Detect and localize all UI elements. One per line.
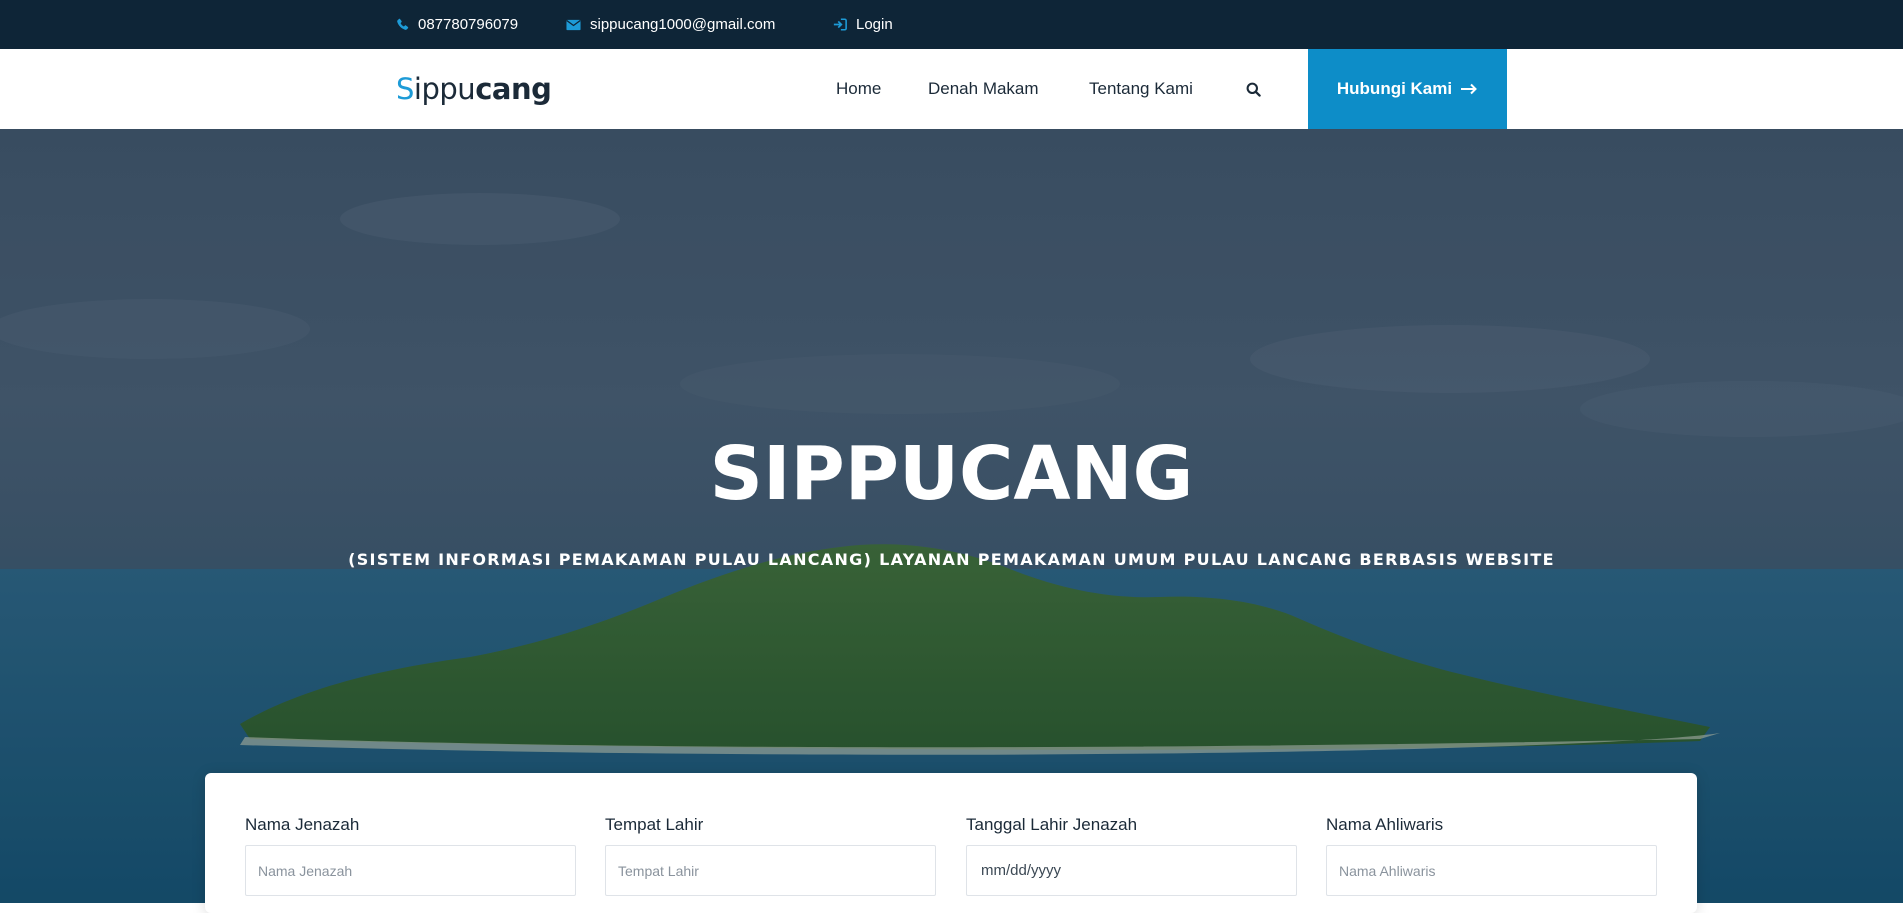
- nav-tentang-kami[interactable]: Tentang Kami: [1089, 49, 1193, 129]
- search-icon: [1246, 82, 1261, 97]
- login-link[interactable]: Login: [833, 0, 893, 49]
- nav-denah-makam[interactable]: Denah Makam: [928, 49, 1039, 129]
- nav-home[interactable]: Home: [836, 49, 881, 129]
- phone-icon: [396, 18, 409, 31]
- sign-in-icon: [833, 18, 847, 31]
- login-label: Login: [856, 16, 893, 33]
- nama-jenazah-input[interactable]: [245, 845, 576, 896]
- search-button[interactable]: [1244, 49, 1262, 129]
- field-nama-ahliwaris: Nama Ahliwaris: [1326, 813, 1657, 896]
- logo-s: S: [396, 72, 414, 106]
- cta-label: Hubungi Kami: [1336, 79, 1453, 98]
- top-bar: 087780796079 sippucang1000@gmail.com Log…: [0, 0, 1903, 49]
- hero-title: SIPPUCANG: [709, 431, 1194, 517]
- topbar-email[interactable]: sippucang1000@gmail.com: [566, 0, 775, 49]
- logo-light-part: ippu: [413, 72, 476, 106]
- label-tempat-lahir: Tempat Lahir: [605, 815, 704, 834]
- field-tanggal-lahir: Tanggal Lahir Jenazah mm/dd/yyyy: [966, 813, 1297, 896]
- hubungi-kami-button[interactable]: Hubungi Kami: [1308, 49, 1507, 129]
- topbar-phone[interactable]: 087780796079: [396, 0, 518, 49]
- phone-number: 087780796079: [418, 16, 519, 33]
- site-logo[interactable]: Sippu cang: [396, 71, 552, 107]
- tempat-lahir-input[interactable]: [605, 845, 936, 896]
- hero-subtitle: (SISTEM INFORMASI PEMAKAMAN PULAU LANCAN…: [348, 550, 1555, 569]
- arrow-right-icon: [1460, 83, 1478, 95]
- envelope-icon: [566, 19, 581, 31]
- field-tempat-lahir: Tempat Lahir: [605, 813, 936, 896]
- label-nama-ahliwaris: Nama Ahliwaris: [1326, 815, 1444, 834]
- search-form-card: Nama Jenazah Tempat Lahir Tanggal Lahir …: [205, 773, 1697, 913]
- label-tanggal-lahir: Tanggal Lahir Jenazah: [966, 815, 1138, 834]
- nama-ahliwaris-input[interactable]: [1326, 845, 1657, 896]
- tanggal-lahir-date-input[interactable]: mm/dd/yyyy: [966, 845, 1297, 896]
- date-placeholder: mm/dd/yyyy: [981, 862, 1062, 879]
- field-nama-jenazah: Nama Jenazah: [245, 813, 576, 896]
- main-navbar: Sippu cang Home Denah Makam Tentang Kami …: [0, 49, 1903, 130]
- logo-bold-part: cang: [475, 72, 552, 106]
- email-address: sippucang1000@gmail.com: [590, 16, 776, 33]
- label-nama-jenazah: Nama Jenazah: [245, 815, 360, 834]
